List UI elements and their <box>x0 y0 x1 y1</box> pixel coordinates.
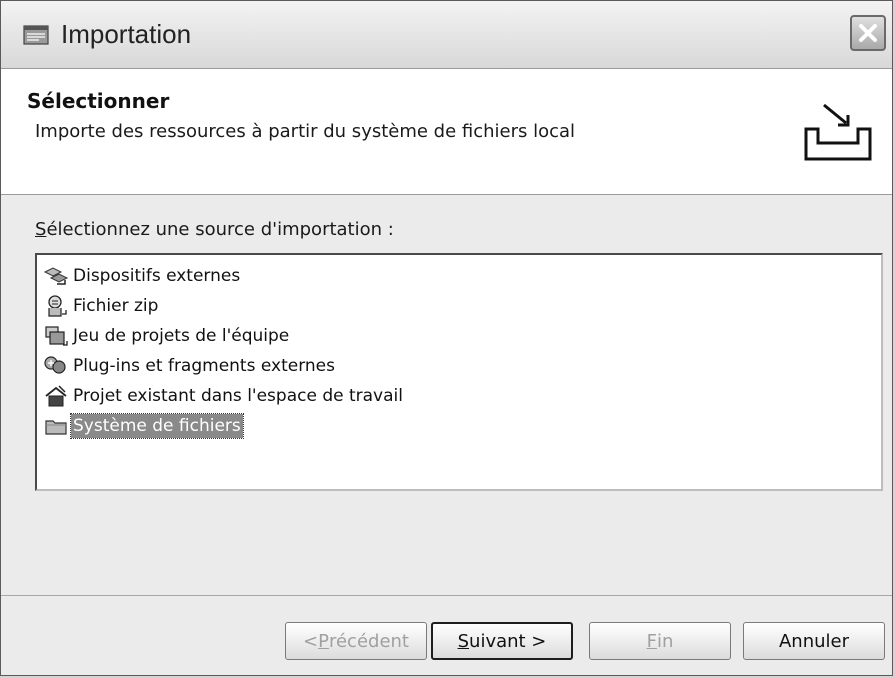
eclipse-import-icon <box>23 25 49 45</box>
close-icon <box>859 24 877 42</box>
import-wizard-icon <box>804 103 872 161</box>
page-description: Importe des ressources à partir du systè… <box>35 121 576 142</box>
back-button-label: récédent <box>328 630 409 652</box>
list-item[interactable]: Dispositifs externes <box>37 261 881 291</box>
list-item[interactable]: Fichier zip <box>37 291 881 321</box>
header-banner: Sélectionner Importe des ressources à pa… <box>1 69 892 195</box>
zip-file-icon <box>41 293 71 319</box>
plugins-fragments-icon <box>41 353 71 379</box>
list-item-label: Jeu de projets de l'équipe <box>73 326 290 346</box>
existing-project-icon <box>41 383 71 409</box>
page-title: Sélectionner <box>27 89 170 113</box>
list-item[interactable]: Plug-ins et fragments externes <box>37 351 881 381</box>
finish-button-mnemonic: F <box>646 630 657 652</box>
source-label: Sélectionnez une source d'importation : <box>35 219 394 240</box>
finish-button[interactable]: Fin <box>589 622 731 660</box>
source-label-mnemonic: S <box>35 219 47 240</box>
list-item-label: Dispositifs externes <box>73 266 241 286</box>
back-button[interactable]: < Précédent <box>285 622 427 660</box>
external-devices-icon <box>41 263 71 289</box>
next-button-label: uivant > <box>469 630 547 652</box>
source-label-text: électionnez une source d'importation : <box>46 219 394 240</box>
list-item-label: Fichier zip <box>73 296 159 316</box>
main-content: Sélectionnez une source d'importation : … <box>1 195 892 595</box>
title-bar[interactable]: Importation <box>1 1 892 69</box>
list-item-label: Projet existant dans l'espace de travail <box>73 386 403 406</box>
back-button-prefix: < <box>303 630 319 652</box>
cancel-button[interactable]: Annuler <box>743 622 885 660</box>
file-system-icon <box>41 413 71 439</box>
list-item-label: Système de fichiers <box>70 413 244 439</box>
window-title: Importation <box>61 19 192 49</box>
next-button-mnemonic: S <box>457 630 470 652</box>
list-item-label: Plug-ins et fragments externes <box>73 356 335 376</box>
finish-button-label: in <box>656 630 674 652</box>
list-item[interactable]: Projet existant dans l'espace de travail <box>37 381 881 411</box>
list-item[interactable]: Jeu de projets de l'équipe <box>37 321 881 351</box>
button-bar: < Précédent Suivant > Fin Annuler <box>1 595 892 675</box>
team-project-set-icon <box>41 323 71 349</box>
close-button[interactable] <box>850 15 886 51</box>
next-button[interactable]: Suivant > <box>431 622 573 660</box>
list-item-selected[interactable]: Système de fichiers <box>37 411 881 441</box>
import-source-list[interactable]: Dispositifs externes Fichier zip Jeu de … <box>35 253 883 491</box>
import-dialog: Importation Sélectionner Importe des res… <box>0 0 893 676</box>
back-button-mnemonic: P <box>318 630 329 652</box>
